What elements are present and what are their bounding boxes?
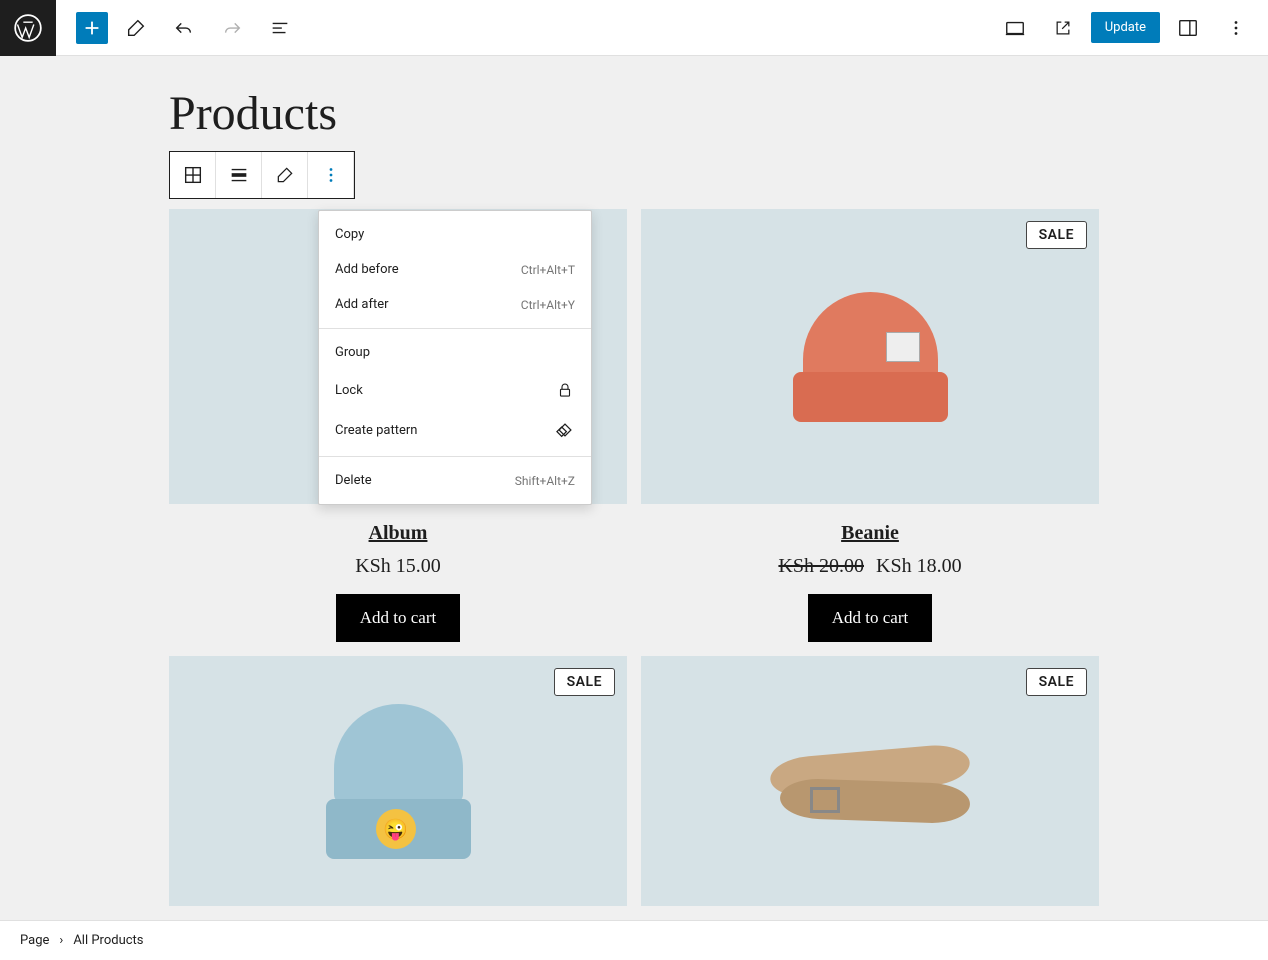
edit-button[interactable] [262, 152, 308, 198]
wordpress-logo[interactable] [0, 0, 56, 56]
options-button[interactable] [1216, 8, 1256, 48]
menu-add-after[interactable]: Add afterCtrl+Alt+Y [319, 287, 591, 322]
page-title[interactable]: Products [169, 86, 1099, 141]
view-button[interactable] [995, 8, 1035, 48]
product-title[interactable]: Beanie [641, 522, 1099, 545]
add-block-button[interactable] [76, 12, 108, 44]
block-options-menu: Copy Add beforeCtrl+Alt+T Add afterCtrl+… [318, 210, 592, 505]
editor-canvas: Products Copy Add beforeCtrl+Alt+T Add a… [0, 56, 1268, 920]
block-options-button[interactable] [308, 152, 354, 198]
sidebar-toggle-button[interactable] [1168, 8, 1208, 48]
lock-icon [555, 380, 575, 400]
pattern-icon [555, 420, 575, 440]
breadcrumb-current[interactable]: All Products [73, 933, 143, 948]
menu-copy[interactable]: Copy [319, 217, 591, 252]
add-to-cart-button[interactable]: Add to cart [336, 594, 460, 642]
breadcrumb: Page › All Products [0, 920, 1268, 960]
add-to-cart-button[interactable]: Add to cart [808, 594, 932, 642]
update-button[interactable]: Update [1091, 12, 1160, 43]
align-button[interactable] [216, 152, 262, 198]
product-grid: WCthe ... Album KSh 15.00 Add to cart SA… [169, 209, 1099, 906]
menu-delete[interactable]: DeleteShift+Alt+Z [319, 463, 591, 498]
toolbar-right: Update [995, 8, 1268, 48]
product-card: SALE [641, 656, 1099, 906]
menu-add-before[interactable]: Add beforeCtrl+Alt+T [319, 252, 591, 287]
block-toolbar: Copy Add beforeCtrl+Alt+T Add afterCtrl+… [169, 151, 355, 199]
product-price: KSh 15.00 [169, 555, 627, 578]
product-card: SALE Beanie KSh 20.00KSh 18.00 Add to ca… [641, 209, 1099, 642]
product-image[interactable]: SALE [641, 656, 1099, 906]
tools-button[interactable] [116, 8, 156, 48]
belt-illustration [770, 741, 970, 821]
undo-button[interactable] [164, 8, 204, 48]
product-image[interactable]: SALE [641, 209, 1099, 504]
top-toolbar: Update [0, 0, 1268, 56]
product-price: KSh 20.00KSh 18.00 [641, 555, 1099, 578]
document-overview-button[interactable] [260, 8, 300, 48]
product-card: SALE 😜 [169, 656, 627, 906]
external-link-button[interactable] [1043, 8, 1083, 48]
sale-badge: SALE [554, 668, 615, 696]
sale-badge: SALE [1026, 668, 1087, 696]
product-title[interactable]: Album [169, 522, 627, 545]
menu-create-pattern[interactable]: Create pattern [319, 410, 591, 450]
redo-button[interactable] [212, 8, 252, 48]
sale-badge: SALE [1026, 221, 1087, 249]
block-type-button[interactable] [170, 152, 216, 198]
toolbar-left [56, 8, 300, 48]
beanie-blue-illustration: 😜 [326, 704, 471, 859]
breadcrumb-root[interactable]: Page [20, 933, 49, 948]
menu-lock[interactable]: Lock [319, 370, 591, 410]
product-image[interactable]: SALE 😜 [169, 656, 627, 906]
menu-group[interactable]: Group [319, 335, 591, 370]
beanie-orange-illustration [793, 292, 948, 422]
chevron-right-icon: › [59, 933, 63, 948]
